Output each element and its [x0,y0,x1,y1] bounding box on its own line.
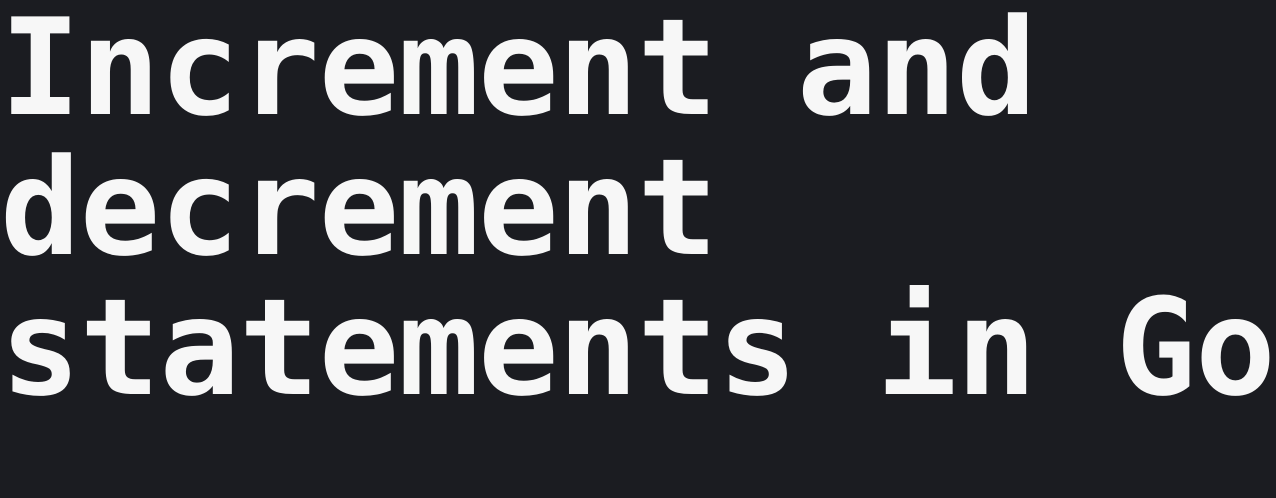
page-title: Increment and decrement statements in Go [0,0,1276,426]
title-card: Increment and decrement statements in Go [0,0,1276,498]
title-line-3: statements in Go [0,270,1276,426]
title-line-1: Increment and [0,0,1037,146]
title-line-2: decrement [0,130,718,286]
